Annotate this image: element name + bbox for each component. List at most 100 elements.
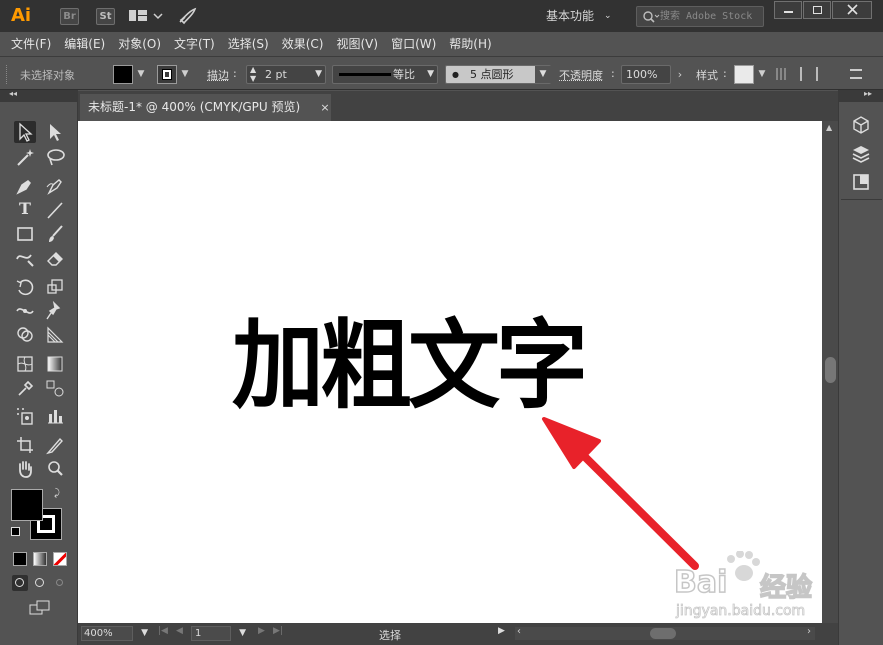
chevron-right-icon[interactable]: › [673, 65, 687, 84]
width-tool[interactable] [14, 300, 36, 322]
none-mode-button[interactable] [53, 552, 67, 566]
default-fill-stroke-icon[interactable] [11, 527, 20, 536]
direct-selection-tool[interactable] [44, 121, 66, 143]
first-artboard-icon[interactable]: |◀ [158, 626, 168, 636]
graphic-style-swatch[interactable] [734, 65, 754, 84]
minimize-button[interactable] [774, 1, 802, 19]
scroll-right-icon[interactable]: › [807, 626, 811, 637]
vertical-scrollbar[interactable]: ▲ [822, 121, 838, 623]
fill-color-swatch[interactable] [113, 65, 133, 84]
menu-view[interactable]: 视图(V) [336, 32, 378, 56]
close-window-button[interactable] [832, 1, 872, 19]
recolor-artwork-icon[interactable] [776, 68, 788, 80]
magic-wand-tool[interactable] [14, 146, 36, 168]
line-segment-tool[interactable] [44, 199, 66, 221]
align-menu-icon[interactable] [800, 67, 818, 81]
last-artboard-icon[interactable]: ▶| [273, 626, 283, 636]
draw-inside-button[interactable] [52, 575, 68, 591]
artboard-number-field[interactable]: 1 ▼ [191, 626, 246, 641]
properties-panel-button[interactable] [850, 171, 872, 193]
maximize-button[interactable] [803, 1, 831, 19]
variable-width-profile[interactable]: 等比 ▼ [332, 65, 438, 84]
draw-behind-button[interactable] [32, 575, 48, 591]
draw-normal-button[interactable] [12, 575, 28, 591]
menu-object[interactable]: 对象(O) [118, 32, 161, 56]
search-input[interactable] [660, 9, 760, 24]
brush-definition[interactable]: ● 5 点圆形 ▼ [445, 65, 551, 84]
panel-menu-icon[interactable] [850, 69, 862, 79]
toolbar-collapse-strip[interactable]: ◂◂ [0, 89, 78, 102]
eraser-tool[interactable] [44, 247, 66, 269]
menu-file[interactable]: 文件(F) [11, 32, 51, 56]
menu-window[interactable]: 窗口(W) [391, 32, 436, 56]
screen-mode-button[interactable] [29, 600, 51, 616]
stroke-weight-field[interactable]: ▲ ▼ 2 pt ▼ [246, 65, 326, 84]
expand-icon[interactable]: ▸▸ [864, 89, 872, 98]
panel-collapse-strip[interactable]: ▸▸ [838, 89, 883, 102]
symbol-sprayer-icon [17, 408, 33, 425]
gradient-mode-button[interactable] [33, 552, 47, 566]
arrange-documents-button[interactable] [128, 8, 166, 24]
menu-select[interactable]: 选择(S) [228, 32, 269, 56]
perspective-grid-tool[interactable] [44, 324, 66, 346]
shape-builder-tool[interactable] [14, 324, 36, 346]
type-tool[interactable]: T [14, 199, 36, 221]
status-menu-arrow-icon[interactable]: ▶ [498, 626, 505, 636]
mesh-tool[interactable] [14, 353, 36, 375]
slice-tool[interactable] [44, 434, 66, 456]
shaper-tool[interactable] [14, 247, 36, 269]
menu-effect[interactable]: 效果(C) [282, 32, 324, 56]
color-mode-button[interactable] [13, 552, 27, 566]
swap-fill-stroke-icon[interactable]: ⤸ [54, 488, 60, 499]
gpu-performance-button[interactable] [176, 6, 198, 26]
scroll-left-icon[interactable]: ‹ [517, 626, 521, 637]
bridge-button[interactable]: Br [60, 8, 79, 25]
artboard-tool[interactable] [14, 434, 36, 456]
status-tool-text[interactable]: 选择 [379, 627, 401, 643]
workspace-switcher[interactable]: 基本功能 ⌄ [538, 5, 620, 27]
scale-tool[interactable] [44, 276, 66, 298]
zoom-level-field[interactable]: 400% ▼ [81, 626, 148, 641]
previous-artboard-icon[interactable]: ◀ [176, 626, 183, 636]
blend-tool[interactable] [44, 377, 66, 399]
horizontal-scrollbar[interactable]: ‹ › [515, 626, 815, 640]
vertical-scroll-thumb[interactable] [825, 357, 836, 383]
paintbrush-tool[interactable] [44, 223, 66, 245]
puppet-warp-tool[interactable] [44, 300, 66, 322]
stroke-label[interactable]: 描边 [207, 67, 229, 83]
menu-edit[interactable]: 编辑(E) [64, 32, 105, 56]
rectangle-tool[interactable] [14, 223, 36, 245]
pen-tool[interactable] [14, 175, 36, 197]
collapse-icon[interactable]: ◂◂ [9, 89, 17, 98]
chevron-down-icon[interactable]: ▼ [755, 65, 769, 84]
layers-panel-button[interactable] [850, 143, 872, 165]
chevron-down-icon[interactable]: ▼ [178, 65, 192, 84]
rotate-tool[interactable] [14, 276, 36, 298]
horizontal-scroll-thumb[interactable] [650, 628, 676, 639]
gradient-tool[interactable] [44, 353, 66, 375]
menu-help[interactable]: 帮助(H) [449, 32, 491, 56]
symbol-sprayer-tool[interactable] [14, 405, 36, 427]
zoom-tool[interactable] [44, 458, 66, 480]
opacity-field[interactable]: 100% [621, 65, 671, 84]
stock-button[interactable]: St [96, 8, 115, 25]
libraries-panel-button[interactable] [850, 114, 872, 136]
menu-type[interactable]: 文字(T) [174, 32, 215, 56]
adobe-stock-search[interactable] [636, 6, 764, 27]
stroke-color-swatch[interactable] [157, 65, 177, 84]
column-graph-tool[interactable] [44, 405, 66, 427]
lasso-tool[interactable] [44, 146, 66, 168]
opacity-label[interactable]: 不透明度 [559, 67, 603, 83]
close-tab-icon[interactable]: × [318, 94, 331, 121]
artboard-canvas[interactable]: 加粗文字 Bai 经验 jingyan.baidu.com [78, 121, 822, 623]
curvature-tool[interactable] [44, 175, 66, 197]
eyedropper-tool[interactable] [14, 377, 36, 399]
fill-color-box[interactable] [11, 489, 43, 521]
shaper-icon [16, 254, 34, 267]
hand-tool[interactable] [14, 458, 36, 480]
scroll-up-icon[interactable]: ▲ [826, 123, 832, 132]
next-artboard-icon[interactable]: ▶ [258, 626, 265, 636]
document-tab[interactable]: 未标题-1* @ 400% (CMYK/GPU 预览) × [80, 94, 331, 121]
chevron-down-icon[interactable]: ▼ [134, 65, 148, 84]
selection-tool[interactable] [14, 121, 36, 143]
